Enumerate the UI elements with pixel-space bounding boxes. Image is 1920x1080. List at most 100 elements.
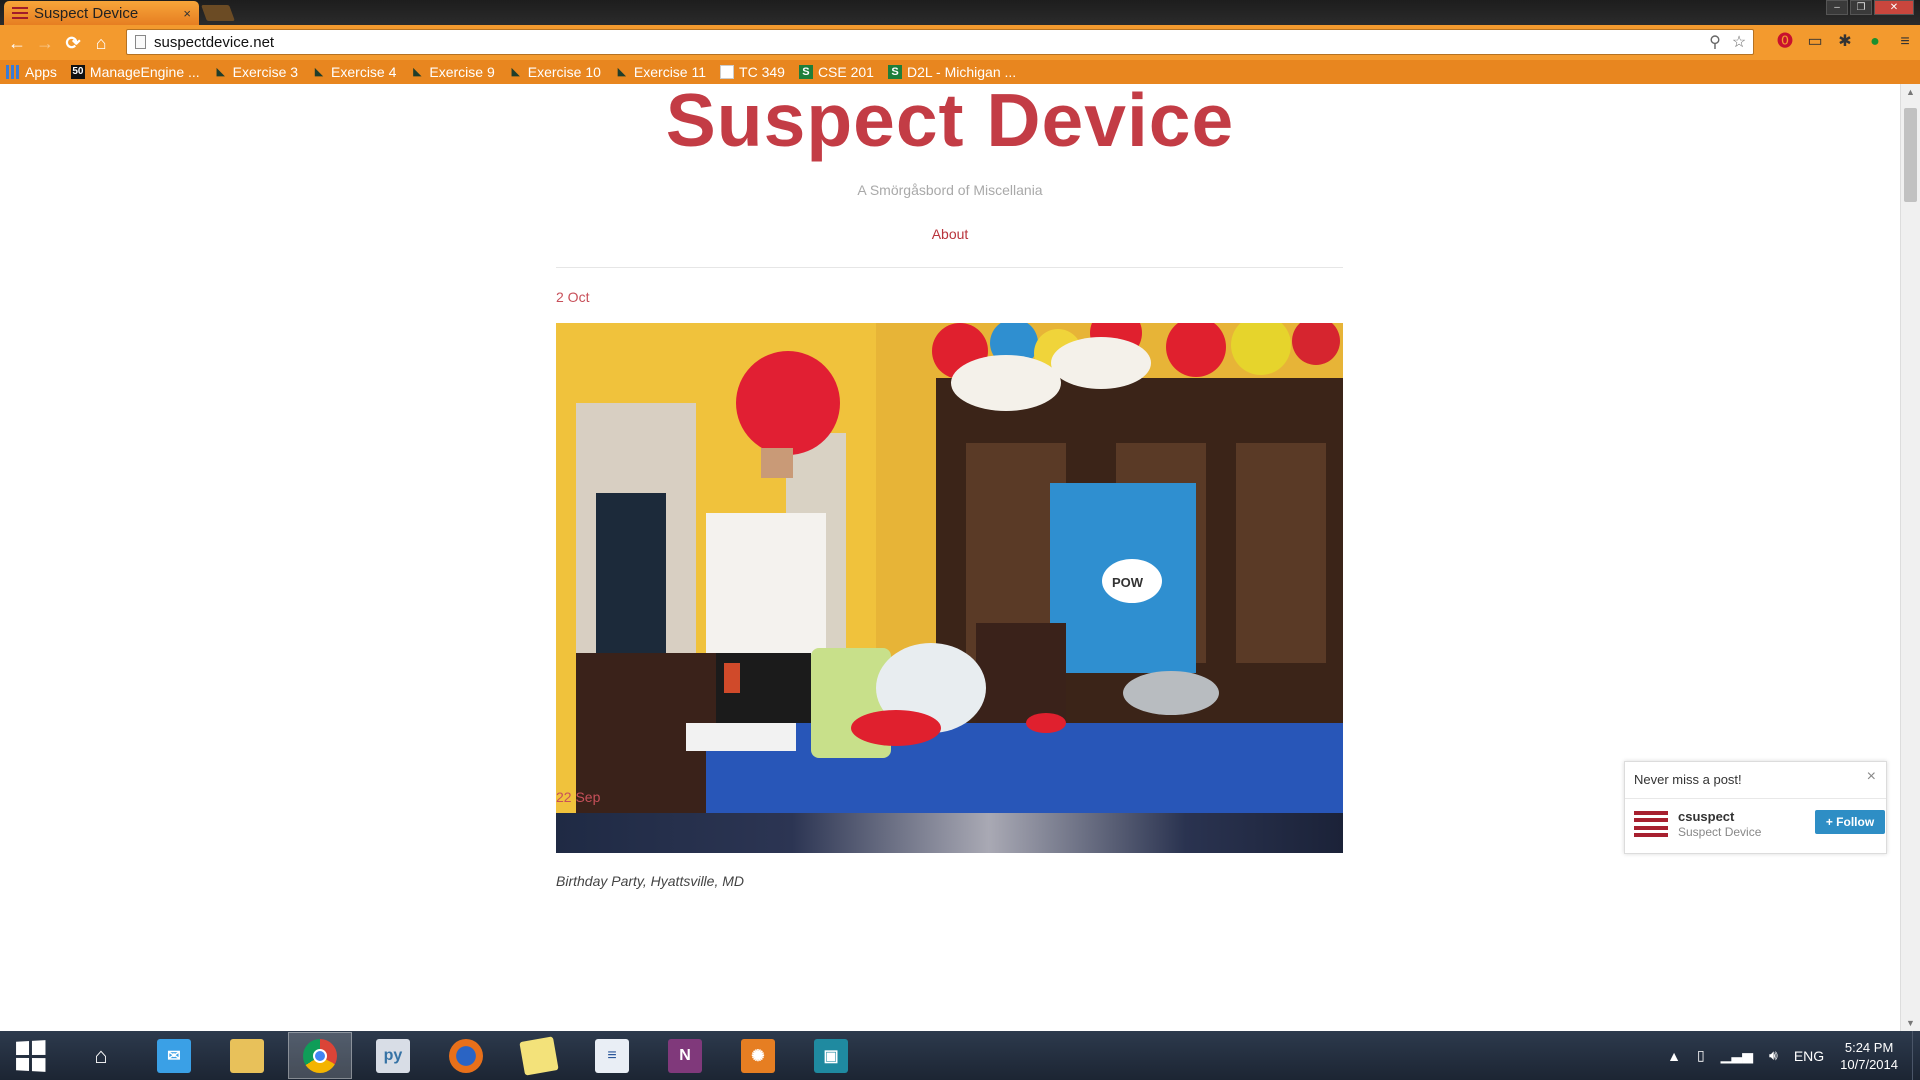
- post-photo[interactable]: [556, 813, 1343, 853]
- tab-close-icon[interactable]: ×: [183, 6, 191, 21]
- document-icon: [720, 65, 735, 79]
- tab-title: Suspect Device: [34, 4, 139, 22]
- restore-button[interactable]: ❐: [1850, 0, 1872, 15]
- scroll-up-icon[interactable]: ▲: [1901, 84, 1920, 100]
- battery-icon[interactable]: ▯: [1697, 1047, 1705, 1064]
- page-viewport: Suspect Device A Smörgåsbord of Miscella…: [0, 84, 1900, 1031]
- bookmark-d2l-michigan[interactable]: S D2L - Michigan ...: [887, 64, 1016, 80]
- bookmarks-bar: Apps 50 ManageEngine ... ◣ Exercise 3 ◣ Exe…: [0, 60, 1920, 84]
- new-tab-button[interactable]: [201, 5, 235, 21]
- spartan-helmet-icon: ◣: [314, 66, 324, 78]
- bookmark-exercise-11[interactable]: ◣ Exercise 11: [615, 64, 706, 80]
- site-tagline: A Smörgåsbord of Miscellania: [857, 182, 1043, 198]
- s-logo-icon: S: [887, 65, 902, 79]
- taskbar-settings-app[interactable]: ✺: [726, 1032, 790, 1079]
- s-logo-icon: S: [798, 65, 813, 79]
- follow-site-name: Suspect Device: [1678, 825, 1762, 839]
- taskbar-sticky-notes-app[interactable]: [507, 1032, 571, 1079]
- follow-button[interactable]: + Follow: [1815, 810, 1885, 834]
- minimize-button[interactable]: –: [1826, 0, 1848, 15]
- onenote-icon: N: [668, 1038, 702, 1073]
- document-icon: ≡: [595, 1038, 629, 1073]
- clock-time: 5:24 PM: [1844, 1039, 1894, 1055]
- site-title[interactable]: Suspect Device: [0, 84, 1900, 163]
- bookmark-exercise-4[interactable]: ◣ Exercise 4: [312, 64, 397, 80]
- cast-icon[interactable]: ▭: [1804, 31, 1826, 53]
- taskbar-python-app[interactable]: py: [361, 1032, 425, 1079]
- tab-suspect-device[interactable]: Suspect Device ×: [4, 1, 199, 25]
- spartan-helmet-icon: ◣: [617, 66, 627, 78]
- home-icon: ⌂: [94, 1042, 108, 1068]
- bookmark-exercise-9[interactable]: ◣ Exercise 9: [410, 64, 495, 80]
- nav-link-about[interactable]: About: [0, 226, 1900, 242]
- apps-grid-icon: [6, 65, 20, 79]
- show-hidden-icons-icon[interactable]: ▲: [1667, 1048, 1681, 1064]
- taskbar-chrome-app[interactable]: [288, 1032, 352, 1079]
- page-icon: [135, 35, 146, 49]
- settings-gear-icon[interactable]: ✱: [1834, 31, 1856, 53]
- bookmark-apps[interactable]: Apps: [6, 64, 57, 80]
- language-indicator[interactable]: ENG: [1794, 1048, 1824, 1064]
- volume-icon[interactable]: 🔊︎: [1769, 1047, 1778, 1064]
- bookmark-star-icon[interactable]: ☆: [1729, 32, 1749, 52]
- adblock-icon[interactable]: ⓿: [1774, 31, 1796, 53]
- bookmark-exercise-10[interactable]: ◣ Exercise 10: [509, 64, 601, 80]
- home-icon[interactable]: ⌂: [90, 32, 112, 54]
- follow-widget-title: Never miss a post!: [1634, 772, 1742, 787]
- taskbar-writer-app[interactable]: ≡: [580, 1032, 644, 1079]
- taskbar-photo-app[interactable]: ▣: [799, 1032, 863, 1079]
- photo-icon: ▣: [814, 1038, 848, 1073]
- birthday-party-photo: POW: [556, 323, 1343, 846]
- url-text[interactable]: suspectdevice.net: [154, 34, 1705, 51]
- window-controls: – ❐ ✕: [1826, 0, 1914, 15]
- post-date[interactable]: 2 Oct: [556, 289, 589, 305]
- windows-logo-icon: [16, 1039, 46, 1072]
- follow-username: csuspect: [1678, 809, 1735, 824]
- spartan-helmet-icon: ◣: [511, 66, 520, 78]
- follow-widget: Never miss a post! × csuspect Suspect De…: [1624, 761, 1887, 854]
- menu-icon[interactable]: ≡: [1894, 31, 1916, 53]
- back-icon[interactable]: ←: [6, 32, 28, 54]
- scroll-down-icon[interactable]: ▼: [1901, 1015, 1920, 1031]
- reload-icon[interactable]: ⟳: [62, 32, 84, 54]
- post-date[interactable]: 22 Sep: [556, 789, 600, 805]
- show-desktop-button[interactable]: [1912, 1031, 1920, 1080]
- post-photo[interactable]: POW: [556, 323, 1343, 846]
- network-signal-icon[interactable]: ▁▃▅: [1721, 1047, 1753, 1064]
- spartan-helmet-icon: ◣: [216, 66, 225, 78]
- browser-toolbar: ← → ⟳ ⌂ suspectdevice.net ⚲ ☆ ⓿ ▭ ✱ ● ≡: [0, 25, 1920, 60]
- follow-widget-divider: [1625, 798, 1886, 799]
- spartan-helmet-icon: ◣: [413, 66, 422, 78]
- sticky-notes-icon: [519, 1035, 559, 1076]
- taskbar-home-app[interactable]: ⌂: [69, 1032, 133, 1079]
- site-favicon-icon: [12, 7, 28, 19]
- manageengine-icon: 50: [70, 65, 85, 79]
- bookmark-manageengine[interactable]: 50 ManageEngine ...: [70, 64, 200, 80]
- start-button[interactable]: [0, 1032, 60, 1079]
- bookmark-exercise-3[interactable]: ◣ Exercise 3: [214, 64, 298, 80]
- firefox-icon: [449, 1038, 483, 1073]
- taskbar-mail-app[interactable]: ✉: [142, 1032, 206, 1079]
- site-logo-icon: [1634, 811, 1668, 837]
- address-bar[interactable]: suspectdevice.net ⚲ ☆: [126, 29, 1754, 55]
- vertical-scrollbar[interactable]: ▲ ▼: [1900, 84, 1920, 1031]
- chrome-icon: [303, 1038, 337, 1073]
- forward-icon[interactable]: →: [34, 32, 56, 54]
- taskbar-firefox-app[interactable]: [434, 1032, 498, 1079]
- shield-extension-icon[interactable]: ●: [1864, 31, 1886, 53]
- clock[interactable]: 5:24 PM 10/7/2014: [1840, 1039, 1898, 1073]
- post-caption: Birthday Party, Hyattsville, MD: [556, 873, 745, 889]
- search-icon[interactable]: ⚲: [1705, 32, 1725, 52]
- close-window-button[interactable]: ✕: [1874, 0, 1914, 15]
- scrollbar-thumb[interactable]: [1904, 108, 1917, 202]
- close-icon[interactable]: ×: [1867, 768, 1876, 786]
- mail-icon: ✉: [157, 1038, 191, 1073]
- taskbar-onenote-app[interactable]: N: [653, 1032, 717, 1079]
- bookmark-cse-201[interactable]: S CSE 201: [798, 64, 874, 80]
- bookmark-tc-349[interactable]: TC 349: [720, 64, 785, 80]
- taskbar-file-explorer-app[interactable]: [215, 1032, 279, 1079]
- python-icon: py: [376, 1038, 410, 1073]
- extension-icons: ⓿ ▭ ✱ ● ≡: [1774, 29, 1916, 55]
- folder-icon: [230, 1038, 264, 1073]
- browser-window: Suspect Device × – ❐ ✕ ← → ⟳ ⌂ suspectde…: [0, 0, 1920, 1031]
